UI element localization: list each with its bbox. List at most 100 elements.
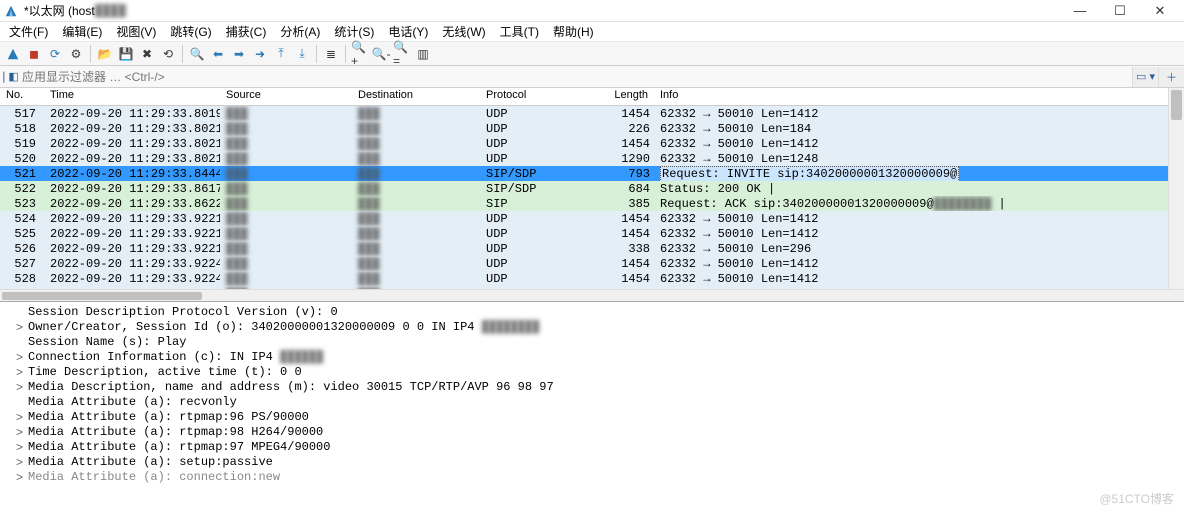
expression-button[interactable]: ▭ ▾ [1132,67,1158,87]
expand-icon[interactable]: > [16,320,28,334]
packet-details-pane[interactable]: Session Description Protocol Version (v)… [0,302,1184,492]
bookmark-filter-icon[interactable]: ❘◧ [0,70,18,83]
col-header-time[interactable]: Time [44,88,220,105]
cell-time: 2022-09-20 11:29:33.802148 [44,136,220,151]
detail-line[interactable]: Session Description Protocol Version (v)… [0,304,1184,319]
cell-time: 2022-09-20 11:29:33.844465 [44,166,220,181]
col-header-dest[interactable]: Destination [352,88,480,105]
table-row[interactable]: 5202022-09-20 11:29:33.802165██████UDP12… [0,151,1184,166]
stop-capture-icon[interactable]: ◼ [24,44,44,64]
resize-columns-icon[interactable]: ▥ [413,44,433,64]
menu-tools[interactable]: 工具(T) [493,21,546,42]
menu-file[interactable]: 文件(F) [2,21,55,42]
open-file-icon[interactable]: 📂 [95,44,115,64]
cell-len: 1454 [544,136,654,151]
cell-no: 524 [0,211,44,226]
close-button[interactable]: ✕ [1140,0,1180,22]
expand-icon[interactable]: > [16,365,28,379]
table-row[interactable]: 5212022-09-20 11:29:33.844465██████SIP/S… [0,166,1184,181]
cell-src: ███ [220,151,352,166]
add-filter-button[interactable]: ＋ [1158,67,1184,87]
display-filter-input[interactable] [18,67,1132,87]
table-row[interactable]: 5192022-09-20 11:29:33.802148██████UDP14… [0,136,1184,151]
table-row[interactable]: 5272022-09-20 11:29:33.922445██████UDP14… [0,256,1184,271]
cell-proto: UDP [480,241,544,256]
table-row[interactable]: 5172022-09-20 11:29:33.801919██████UDP14… [0,106,1184,121]
cell-proto: UDP [480,151,544,166]
detail-line[interactable]: >Owner/Creator, Session Id (o): 34020000… [0,319,1184,334]
detail-line[interactable]: >Media Attribute (a): rtpmap:98 H264/900… [0,424,1184,439]
go-back-icon[interactable]: ⬅ [208,44,228,64]
horizontal-scroll-thumb[interactable] [2,292,202,300]
go-last-icon[interactable]: ⤓ [292,44,312,64]
col-header-source[interactable]: Source [220,88,352,105]
detail-line[interactable]: >Media Attribute (a): rtpmap:97 MPEG4/90… [0,439,1184,454]
zoom-in-icon[interactable]: 🔍+ [350,44,370,64]
save-file-icon[interactable]: 💾 [116,44,136,64]
detail-line[interactable]: >Media Description, name and address (m)… [0,379,1184,394]
close-file-icon[interactable]: ✖ [137,44,157,64]
packet-list-body[interactable]: 5172022-09-20 11:29:33.801919██████UDP14… [0,106,1184,289]
autoscroll-icon[interactable]: ≣ [321,44,341,64]
minimize-button[interactable]: — [1060,0,1100,22]
cell-dst: ███ [352,286,480,289]
menu-edit[interactable]: 编辑(E) [55,21,109,42]
cell-info: 62332 → 50010 Len=1412 [654,211,1184,226]
maximize-button[interactable]: ☐ [1100,0,1140,22]
zoom-reset-icon[interactable]: 🔍= [392,44,412,64]
table-row[interactable]: 5282022-09-20 11:29:33.922447██████UDP14… [0,271,1184,286]
col-header-length[interactable]: Length [544,88,654,105]
vertical-scrollbar[interactable] [1168,88,1184,289]
detail-line[interactable]: >Media Attribute (a): setup:passive [0,454,1184,469]
detail-line[interactable]: >Connection Information (c): IN IP4 ████… [0,349,1184,364]
cell-time: 2022-09-20 11:29:33.862225 [44,196,220,211]
find-icon[interactable]: 🔍 [187,44,207,64]
expand-icon[interactable]: > [16,410,28,424]
title-bar: *以太网 (host ████ — ☐ ✕ [0,0,1184,22]
expand-icon[interactable]: > [16,470,28,484]
cell-info: 62332 → 50010 Len=1248 [654,151,1184,166]
col-header-info[interactable]: Info [654,88,1184,105]
capture-options-icon[interactable]: ⚙ [66,44,86,64]
table-row[interactable]: 5292022-09-20 11:29:33.922448██████UDP27… [0,286,1184,289]
menu-analyze[interactable]: 分析(A) [273,21,327,42]
expand-icon[interactable]: > [16,440,28,454]
cell-len: 274 [544,286,654,289]
detail-line[interactable]: Media Attribute (a): recvonly [0,394,1184,409]
horizontal-scrollbar[interactable] [0,289,1184,301]
go-first-icon[interactable]: ⤒ [271,44,291,64]
reload-icon[interactable]: ⟲ [158,44,178,64]
expand-icon[interactable]: > [16,425,28,439]
menu-view[interactable]: 视图(V) [109,21,163,42]
menu-help[interactable]: 帮助(H) [546,21,601,42]
expand-icon[interactable]: > [16,350,28,364]
vertical-scroll-thumb[interactable] [1171,90,1182,120]
no-expand [16,335,28,349]
start-capture-icon[interactable] [3,44,23,64]
go-to-packet-icon[interactable]: ➜ [250,44,270,64]
table-row[interactable]: 5222022-09-20 11:29:33.861747██████SIP/S… [0,181,1184,196]
restart-capture-icon[interactable]: ⟳ [45,44,65,64]
table-row[interactable]: 5262022-09-20 11:29:33.922167██████UDP33… [0,241,1184,256]
go-forward-icon[interactable]: ➡ [229,44,249,64]
zoom-out-icon[interactable]: 🔍- [371,44,391,64]
packet-list-header: No. Time Source Destination Protocol Len… [0,88,1184,106]
col-header-proto[interactable]: Protocol [480,88,544,105]
detail-line[interactable]: >Media Attribute (a): connection:new [0,469,1184,484]
col-header-no[interactable]: No. [0,88,44,105]
expand-icon[interactable]: > [16,455,28,469]
cell-src: ███ [220,121,352,136]
expand-icon[interactable]: > [16,380,28,394]
menu-capture[interactable]: 捕获(C) [219,21,274,42]
menu-wireless[interactable]: 无线(W) [435,21,492,42]
table-row[interactable]: 5182022-09-20 11:29:33.802147██████UDP22… [0,121,1184,136]
menu-go[interactable]: 跳转(G) [163,21,218,42]
detail-line[interactable]: Session Name (s): Play [0,334,1184,349]
table-row[interactable]: 5252022-09-20 11:29:33.922165██████UDP14… [0,226,1184,241]
detail-line[interactable]: >Time Description, active time (t): 0 0 [0,364,1184,379]
cell-dst: ███ [352,241,480,256]
cell-no: 523 [0,196,44,211]
table-row[interactable]: 5242022-09-20 11:29:33.922145██████UDP14… [0,211,1184,226]
detail-line[interactable]: >Media Attribute (a): rtpmap:96 PS/90000 [0,409,1184,424]
table-row[interactable]: 5232022-09-20 11:29:33.862225██████SIP38… [0,196,1184,211]
